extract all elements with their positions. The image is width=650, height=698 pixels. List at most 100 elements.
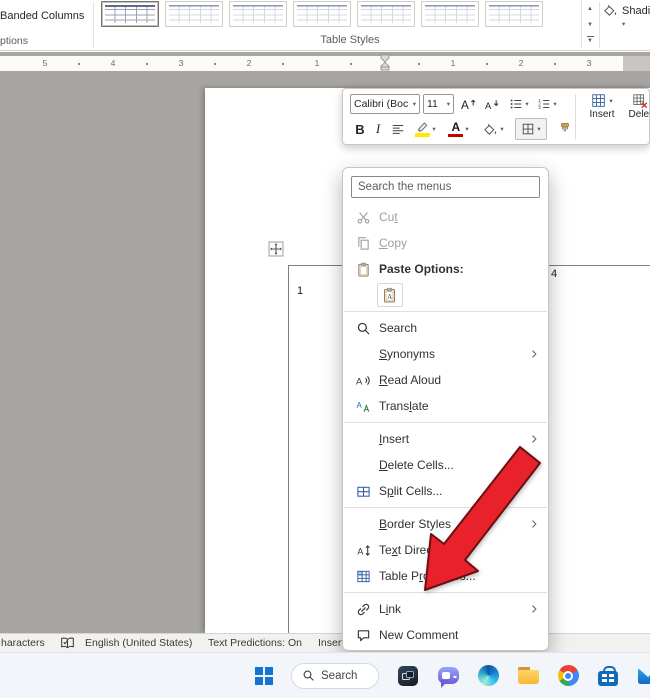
table-styles-group-label: Table Styles xyxy=(230,34,470,46)
menu-item-label: Read Aloud xyxy=(379,373,441,387)
taskbar: Search xyxy=(0,652,650,698)
language-status[interactable]: English (United States) xyxy=(85,637,192,649)
table-style-thumbnail[interactable] xyxy=(357,1,415,27)
paste-keep-text-button[interactable]: A xyxy=(377,283,403,307)
menu-item-paste-options: Paste Options: xyxy=(343,256,548,282)
ruler-number: 3 xyxy=(587,56,592,71)
menu-item-link[interactable]: Link xyxy=(343,596,548,622)
italic-button[interactable]: I xyxy=(372,118,384,140)
highlighter-icon xyxy=(415,121,430,132)
menu-item-read-aloud[interactable]: A Read Aloud xyxy=(343,367,548,393)
edge-icon[interactable] xyxy=(477,664,499,688)
menu-item-table-properties[interactable]: Table Properties... xyxy=(343,563,548,589)
context-menu: CutCopy Paste Options: A Search Synonyms A Rea… xyxy=(342,167,549,651)
borders-button[interactable]: ▾ xyxy=(515,118,547,140)
horizontal-ruler[interactable]: 54321123 xyxy=(0,56,623,71)
shrink-font-button[interactable]: A xyxy=(481,94,502,114)
task-view-icon[interactable] xyxy=(397,664,419,688)
menu-item-label: Split Cells... xyxy=(379,484,442,498)
menu-item-border-styles[interactable]: Border Styles xyxy=(343,511,548,537)
chevron-down-icon: ▾ xyxy=(622,20,625,28)
table-style-preview xyxy=(105,5,155,23)
banded-columns-option[interactable]: Banded Columns xyxy=(0,10,84,22)
ribbon: Banded Columns ptions ▲ ▼ ▼ Shading ▾ ▾ … xyxy=(0,0,650,51)
svg-text:A: A xyxy=(357,546,363,556)
shading-button[interactable]: Shading ▾ xyxy=(603,4,650,17)
gallery-more-button[interactable]: ▼ xyxy=(582,32,598,48)
file-explorer-icon[interactable] xyxy=(517,664,539,688)
proofing-book-icon[interactable] xyxy=(60,636,75,650)
grow-font-button[interactable]: A xyxy=(458,94,479,114)
menu-item-label: Search xyxy=(379,321,417,335)
font-color-letter: A xyxy=(452,121,461,133)
delete-table-icon xyxy=(632,93,648,109)
text-predictions-status[interactable]: Text Predictions: On xyxy=(208,637,302,649)
menu-item-new-comment[interactable]: New Comment xyxy=(343,622,548,648)
table-style-thumbnail[interactable] xyxy=(421,1,479,27)
ruler-number: 4 xyxy=(111,56,116,71)
menu-search-box[interactable] xyxy=(351,176,540,198)
table-style-thumbnail[interactable] xyxy=(165,1,223,27)
table-move-handle-icon[interactable] xyxy=(268,241,284,257)
menu-item-insert[interactable]: Insert xyxy=(343,426,548,452)
table-cell-value[interactable]: 1 xyxy=(297,285,303,297)
word-window: Banded Columns ptions ▲ ▼ ▼ Shading ▾ ▾ … xyxy=(0,0,650,698)
menu-item-copy[interactable]: Copy xyxy=(343,230,548,256)
text-direction-icon: A xyxy=(353,542,373,558)
menu-item-synonyms[interactable]: Synonyms xyxy=(343,341,548,367)
shading-label: Shading xyxy=(622,5,650,17)
store-icon[interactable] xyxy=(597,664,619,688)
menu-item-split-cells[interactable]: Split Cells... xyxy=(343,478,548,504)
indent-marker[interactable] xyxy=(380,54,390,76)
text-highlight-button[interactable]: ▾ xyxy=(412,118,439,140)
menu-item-translate[interactable]: A Translate xyxy=(343,393,548,419)
menu-item-label: Synonyms xyxy=(379,347,435,361)
translate-icon: A xyxy=(353,398,373,414)
font-color-button[interactable]: A ▾ xyxy=(445,118,472,140)
start-button[interactable] xyxy=(255,667,273,685)
mail-icon[interactable] xyxy=(637,664,650,688)
ruler-number: 2 xyxy=(519,56,524,71)
menu-item-label: Link xyxy=(379,602,401,616)
read-aloud-icon: A xyxy=(353,372,373,388)
chrome-icon[interactable] xyxy=(557,664,579,688)
ruler-tick xyxy=(350,63,352,65)
magnifier-icon xyxy=(302,669,315,682)
ribbon-group-divider xyxy=(599,2,600,48)
insert-mode-status[interactable]: Insert xyxy=(318,637,344,649)
menu-item-cut[interactable]: Cut xyxy=(343,204,548,230)
menu-item-label: Delete Cells... xyxy=(379,458,454,472)
shading-bucket-button[interactable]: ▾ xyxy=(480,118,507,140)
taskbar-search[interactable]: Search xyxy=(291,663,379,689)
align-button[interactable] xyxy=(388,118,408,140)
menu-item-label: Paste Options: xyxy=(379,262,464,276)
table-style-thumbnail[interactable] xyxy=(293,1,351,27)
gallery-scroll-down-button[interactable]: ▼ xyxy=(582,17,598,33)
font-color-bar xyxy=(448,134,463,138)
menu-item-text-direction[interactable]: A Text Direction... xyxy=(343,537,548,563)
chat-icon[interactable] xyxy=(437,664,459,688)
bold-button[interactable]: B xyxy=(352,118,368,140)
font-size-combobox[interactable]: 11▾ xyxy=(423,94,454,114)
format-painter-button[interactable] xyxy=(555,118,575,140)
table-style-thumbnail[interactable] xyxy=(485,1,543,27)
font-name-combobox[interactable]: Calibri (Boc▾ xyxy=(350,94,420,114)
ruler-number: 1 xyxy=(315,56,320,71)
delete-table-button[interactable]: ▾ Delete xyxy=(624,93,650,120)
table-style-preview xyxy=(489,5,539,23)
table-cell-value[interactable]: 4 xyxy=(551,268,557,280)
table-style-thumbnail[interactable] xyxy=(101,1,159,27)
menu-item-search[interactable]: Search xyxy=(343,315,548,341)
chevron-down-icon: ▾ xyxy=(465,125,468,133)
table-style-thumbnail[interactable] xyxy=(229,1,287,27)
menu-item-label: Translate xyxy=(379,399,429,413)
numbering-button[interactable]: 123▾ xyxy=(534,94,560,114)
bullets-button[interactable]: ▾ xyxy=(506,94,532,114)
submenu-chevron-icon xyxy=(528,603,540,615)
menu-item-delete-cells[interactable]: Delete Cells... xyxy=(343,452,548,478)
word-count-status[interactable]: haracters xyxy=(1,637,45,649)
insert-table-button[interactable]: ▾ Insert xyxy=(583,93,621,120)
gallery-scroll-up-button[interactable]: ▲ xyxy=(582,1,598,17)
menu-item-label: Text Direction... xyxy=(379,543,462,557)
menu-search-input[interactable] xyxy=(352,177,539,197)
